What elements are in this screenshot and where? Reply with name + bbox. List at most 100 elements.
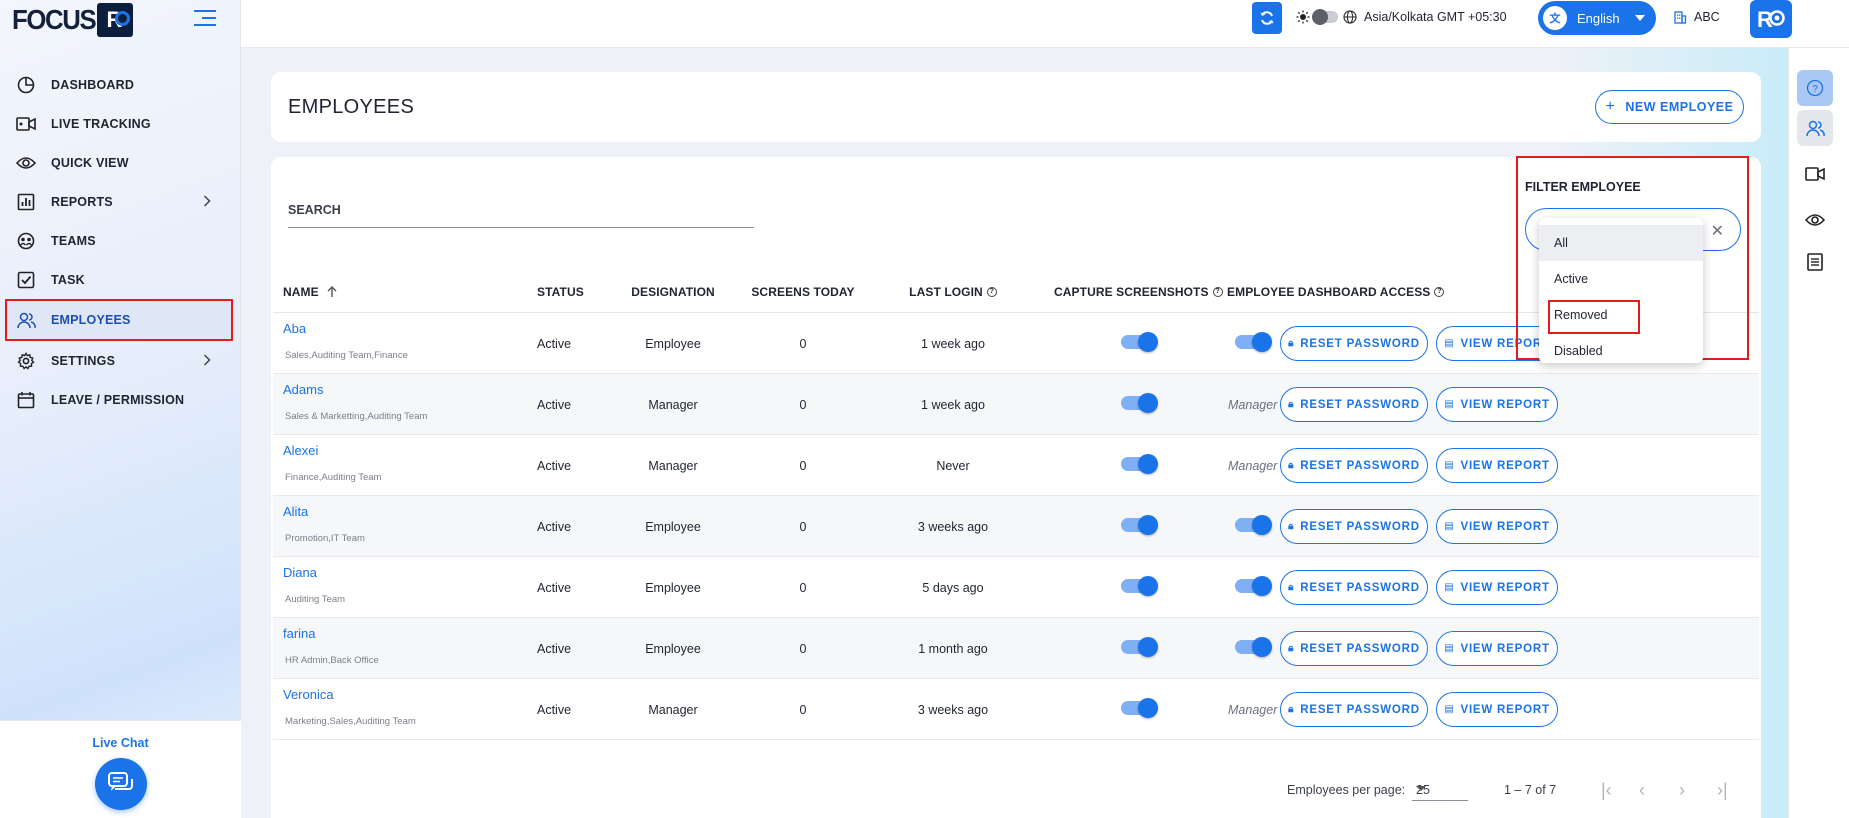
company-selector[interactable]: ABC [1673, 10, 1720, 24]
sidebar-item-task[interactable]: TASK [0, 260, 241, 299]
page-header-card: EMPLOYEES + NEW EMPLOYEE [271, 72, 1761, 142]
view-report-button[interactable]: ▤ VIEW REPORT [1436, 631, 1558, 666]
capture-screenshots-toggle[interactable] [1121, 393, 1158, 413]
per-page-select[interactable]: 25 [1412, 775, 1468, 801]
view-report-button[interactable]: ▤ VIEW REPORT [1436, 448, 1558, 483]
reset-password-button[interactable]: 🔒︎ RESET PASSWORD [1280, 326, 1428, 361]
close-icon[interactable]: ✕ [1711, 221, 1724, 241]
lock-icon: 🔒︎ [1288, 582, 1295, 593]
employee-status: Active [537, 703, 572, 717]
view-report-button[interactable]: ▤ VIEW REPORT [1436, 692, 1558, 727]
next-page-icon[interactable]: › [1679, 780, 1685, 801]
lock-icon: 🔒︎ [1288, 338, 1295, 349]
filter-option-all[interactable]: All [1539, 225, 1703, 261]
table-row: Veronica Marketing,Sales,Auditing Team Act… [273, 679, 1759, 740]
sidebar-item-teams[interactable]: TEAMS [0, 221, 241, 260]
chevron-right-icon [203, 194, 211, 212]
reset-password-button[interactable]: 🔒︎ RESET PASSWORD [1280, 692, 1428, 727]
document-icon: ▤ [1444, 521, 1455, 532]
chevron-right-icon [203, 353, 211, 371]
help-icon: ? [1212, 287, 1223, 297]
capture-screenshots-toggle[interactable] [1121, 698, 1158, 718]
theme-toggle[interactable] [1296, 9, 1338, 25]
language-label: English [1577, 10, 1620, 26]
search-input[interactable]: SEARCH [288, 203, 341, 217]
capture-screenshots-toggle[interactable] [1121, 515, 1158, 535]
employee-designation: Employee [645, 581, 701, 595]
view-report-button[interactable]: ▤ VIEW REPORT [1436, 570, 1558, 605]
reset-password-button[interactable]: 🔒︎ RESET PASSWORD [1280, 570, 1428, 605]
company-label: ABC [1694, 10, 1720, 24]
header-name[interactable]: NAME [283, 271, 339, 313]
sidebar-item-label: SETTINGS [51, 353, 116, 368]
filter-option-removed[interactable]: Removed [1539, 297, 1703, 334]
reset-password-button[interactable]: 🔒︎ RESET PASSWORD [1280, 448, 1428, 483]
sidebar-item-leave-permission[interactable]: LEAVE / PERMISSION [0, 380, 241, 419]
employee-name-link[interactable]: Adams [283, 382, 323, 397]
search-underline [288, 227, 754, 228]
employee-name-link[interactable]: Alita [283, 504, 308, 519]
pagination: Employees per page: 25 1 – 7 of 7 |‹ ‹ ›… [271, 772, 1761, 812]
employee-name-link[interactable]: Aba [283, 321, 306, 336]
sidebar-item-settings[interactable]: SETTINGS [0, 341, 241, 380]
filter-option-active[interactable]: Active [1539, 261, 1703, 297]
refresh-button[interactable] [1252, 2, 1282, 34]
dashboard-access-toggle[interactable] [1235, 576, 1272, 596]
sidebar-item-live-tracking[interactable]: LIVE TRACKING [0, 104, 241, 143]
capture-screenshots-toggle[interactable] [1121, 454, 1158, 474]
lock-icon: 🔒︎ [1288, 521, 1295, 532]
table-row: Diana Auditing Team Active Employee 0 5 days … [273, 557, 1759, 618]
help-rail-button[interactable]: ? [1797, 70, 1833, 106]
document-list-icon [1807, 253, 1823, 271]
user-avatar[interactable]: R [1750, 0, 1792, 38]
app-logo[interactable]: FOCUS R [12, 2, 133, 38]
new-employee-button[interactable]: + NEW EMPLOYEE [1595, 90, 1744, 124]
employee-name-link[interactable]: Diana [283, 565, 317, 580]
filter-option-disabled[interactable]: Disabled [1539, 333, 1703, 369]
menu-toggle-icon[interactable] [194, 10, 216, 30]
video-rail-button[interactable] [1797, 156, 1833, 192]
dashboard-access-toggle[interactable] [1235, 515, 1272, 535]
capture-screenshots-toggle[interactable] [1121, 332, 1158, 352]
last-page-icon[interactable]: ›| [1717, 780, 1728, 801]
employee-name-link[interactable]: Veronica [283, 687, 334, 702]
view-report-button[interactable]: ▤ VIEW REPORT [1436, 387, 1558, 422]
dashboard-access-toggle[interactable] [1235, 332, 1272, 352]
lock-icon: 🔒︎ [1288, 460, 1295, 471]
employee-status: Active [537, 581, 572, 595]
sidebar-item-reports[interactable]: REPORTS [0, 182, 241, 221]
timezone-label: Asia/Kolkata GMT +05:30 [1364, 10, 1507, 24]
language-selector[interactable]: 文 English [1538, 1, 1656, 35]
users-rail-button[interactable] [1797, 110, 1833, 146]
sidebar-item-dashboard[interactable]: DASHBOARD [0, 65, 241, 104]
employees-table-card: SEARCH NAME STATUS DESIGNATION SCREENS T… [271, 156, 1761, 818]
sort-arrow-up-icon [327, 286, 337, 297]
first-page-icon[interactable]: |‹ [1601, 780, 1612, 801]
sidebar-item-employees[interactable]: EMPLOYEES [5, 299, 233, 341]
list-rail-button[interactable] [1797, 244, 1833, 280]
capture-screenshots-toggle[interactable] [1121, 576, 1158, 596]
timezone-selector[interactable]: Asia/Kolkata GMT +05:30 [1343, 10, 1507, 24]
reset-password-button[interactable]: 🔒︎ RESET PASSWORD [1280, 387, 1428, 422]
reset-password-button[interactable]: 🔒︎ RESET PASSWORD [1280, 631, 1428, 666]
video-icon [16, 114, 36, 134]
sidebar-item-label: REPORTS [51, 194, 113, 209]
right-rail: ? [1788, 48, 1849, 818]
translate-icon: 文 [1543, 6, 1567, 30]
sidebar-item-quick-view[interactable]: QUICK VIEW [0, 143, 241, 182]
employee-screens-today: 0 [799, 520, 807, 534]
lock-icon: 🔒︎ [1288, 643, 1295, 654]
employee-name-link[interactable]: Alexei [283, 443, 318, 458]
view-report-button[interactable]: ▤ VIEW REPORT [1436, 509, 1558, 544]
sidebar-nav: DASHBOARD LIVE TRACKING QUICK VIEW REPORTS T… [0, 65, 241, 419]
eye-rail-button[interactable] [1797, 202, 1833, 238]
employee-screens-today: 0 [799, 337, 807, 351]
capture-screenshots-toggle[interactable] [1121, 637, 1158, 657]
prev-page-icon[interactable]: ‹ [1639, 780, 1645, 801]
employee-name-link[interactable]: farina [283, 626, 316, 641]
logo-mark: R [96, 3, 133, 37]
dashboard-access-toggle[interactable] [1235, 637, 1272, 657]
chat-bubble-icon[interactable] [94, 758, 147, 810]
reset-password-button[interactable]: 🔒︎ RESET PASSWORD [1280, 509, 1428, 544]
header-dashboard-access: EMPLOYEE DASHBOARD ACCESS? [1227, 271, 1445, 313]
